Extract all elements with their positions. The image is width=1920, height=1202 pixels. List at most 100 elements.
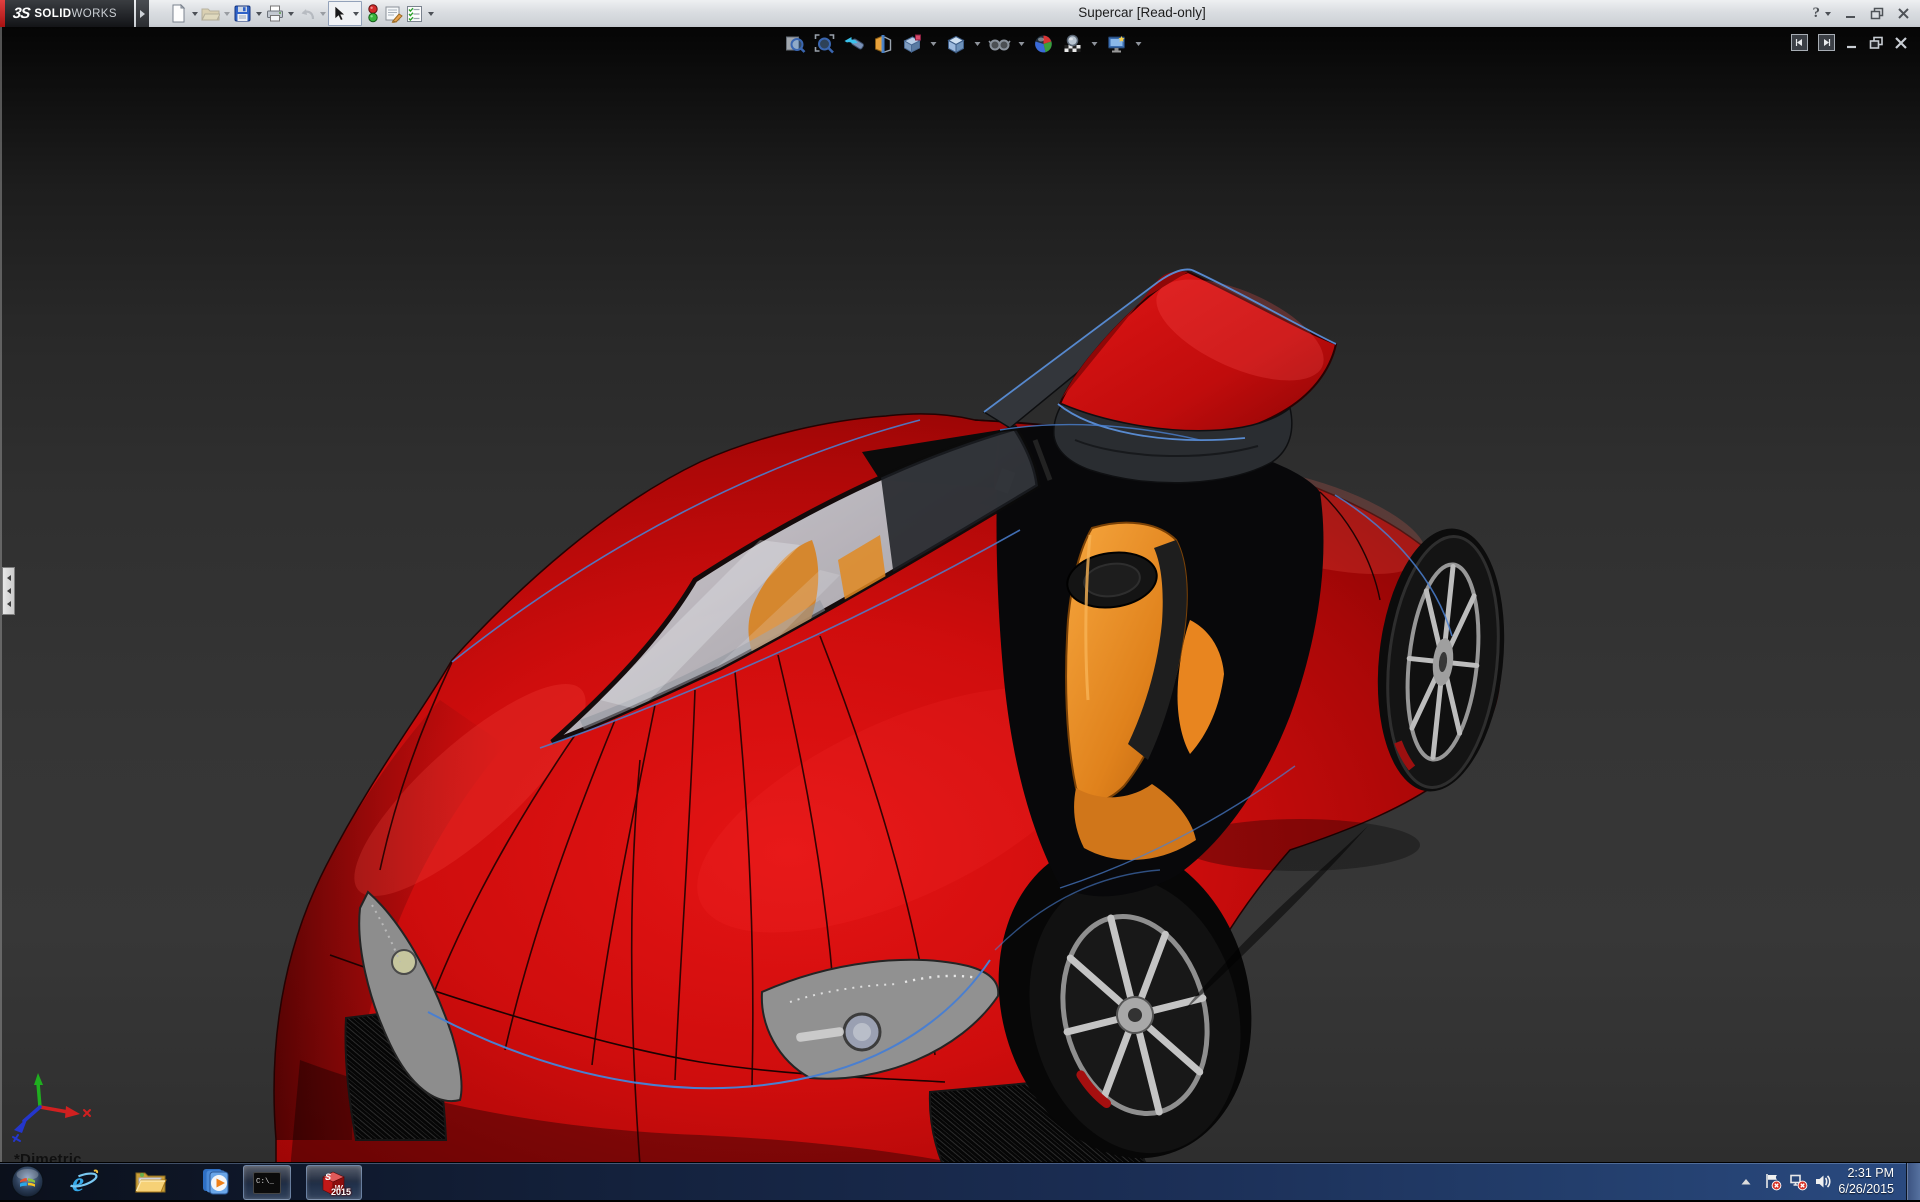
start-button[interactable]	[8, 1165, 46, 1198]
doc-restore-button[interactable]	[1869, 36, 1884, 50]
view-orientation-icon	[900, 33, 922, 55]
wordmark-solid: SOLID	[34, 8, 71, 20]
windows-start-icon	[11, 1165, 44, 1198]
new-document-caret[interactable]	[189, 2, 200, 25]
printer-icon	[266, 5, 284, 22]
hide-show-items-caret[interactable]	[1017, 38, 1026, 49]
traffic-light-icon	[367, 4, 379, 23]
taskbar-internet-explorer[interactable]: e	[62, 1165, 104, 1198]
taskbar-command-prompt[interactable]: C:\_	[243, 1165, 291, 1200]
save-caret[interactable]	[253, 2, 264, 25]
graphics-area[interactable]: *Dimetric	[0, 27, 1920, 1163]
display-style-caret[interactable]	[973, 38, 982, 49]
eyeglasses-icon	[988, 33, 1010, 55]
y-axis-arrow	[34, 1073, 43, 1085]
new-document-button[interactable]	[168, 2, 189, 25]
close-button[interactable]	[1897, 7, 1910, 20]
apply-scene-icon	[1061, 33, 1083, 55]
network-disconnected-icon	[1789, 1172, 1808, 1191]
taskbar-solidworks-2015[interactable]: S W 2015	[306, 1165, 362, 1200]
show-hidden-icons-button[interactable]	[1740, 1163, 1752, 1200]
help-caret	[1825, 12, 1831, 19]
print-caret[interactable]	[285, 2, 296, 25]
open-door	[984, 259, 1338, 483]
section-view-button[interactable]	[871, 32, 894, 55]
solidworks-2015-icon: S W 2015	[319, 1169, 349, 1197]
logo-accent-stripe	[0, 0, 5, 27]
taskbar-media-player[interactable]	[194, 1165, 236, 1198]
zoom-to-area-button[interactable]	[813, 32, 836, 55]
selection-filter-button[interactable]	[362, 2, 383, 25]
view-orientation-caret[interactable]	[929, 38, 938, 49]
titlebar: 3S SOLIDWORKS	[0, 0, 1920, 28]
options-button[interactable]	[404, 2, 425, 25]
undo-button[interactable]	[296, 2, 317, 25]
action-center-button[interactable]	[1763, 1163, 1782, 1200]
undo-arrow-icon	[298, 6, 316, 22]
dassault-3ds-mark: 3S	[12, 5, 31, 22]
svg-text:e: e	[72, 1167, 84, 1197]
network-status-button[interactable]	[1789, 1163, 1808, 1200]
taskbar: e C:\_	[0, 1162, 1920, 1200]
open-folder-icon	[201, 6, 220, 21]
help-icon: ?	[1813, 5, 1821, 22]
menu-expand-arrow[interactable]	[136, 0, 149, 27]
internet-explorer-icon: e	[67, 1167, 99, 1197]
doc-minimize-button[interactable]	[1845, 36, 1859, 50]
z-axis-arrow	[14, 1117, 28, 1133]
minimize-button[interactable]	[1844, 7, 1857, 20]
view-settings-button[interactable]	[1105, 32, 1128, 55]
select-button-group	[328, 1, 362, 26]
show-desktop-button[interactable]	[1906, 1163, 1920, 1200]
doc-close-button[interactable]	[1894, 36, 1908, 50]
chevron-left-icon	[4, 588, 11, 594]
car-geometry	[274, 259, 1516, 1163]
view-orientation-button[interactable]	[900, 32, 923, 55]
window-title: Supercar [Read-only]	[1078, 0, 1206, 27]
options-caret[interactable]	[425, 2, 436, 25]
taskbar-file-explorer[interactable]	[128, 1165, 172, 1198]
zoom-to-area-icon	[813, 33, 835, 55]
edit-appearance-button[interactable]	[383, 2, 404, 25]
solidworks-logo: 3S SOLIDWORKS	[0, 0, 134, 27]
folder-icon	[134, 1168, 167, 1195]
section-view-icon	[871, 33, 893, 55]
print-button[interactable]	[264, 2, 285, 25]
media-player-icon	[200, 1167, 231, 1196]
select-button[interactable]	[329, 2, 350, 25]
window-controls: ?	[1813, 0, 1911, 27]
previous-view-button[interactable]	[842, 32, 865, 55]
arrow-left-icon	[1795, 38, 1804, 47]
zoom-to-fit-button[interactable]	[784, 32, 807, 55]
hide-show-items-button[interactable]	[988, 32, 1011, 55]
select-caret[interactable]	[350, 2, 361, 25]
edit-appearance-hud-button[interactable]	[1032, 32, 1055, 55]
help-button[interactable]: ?	[1813, 5, 1832, 22]
apply-scene-caret[interactable]	[1090, 38, 1099, 49]
command-prompt-icon-text: C:\_	[256, 1178, 274, 1186]
car-model[interactable]	[0, 27, 1920, 1163]
feature-tree-collapsed-tab[interactable]	[2, 567, 15, 615]
zoom-to-fit-icon	[784, 33, 806, 55]
pane-expand-right-button[interactable]	[1818, 34, 1835, 51]
display-style-button[interactable]	[944, 32, 967, 55]
display-style-icon	[944, 33, 966, 55]
pane-collapse-left-button[interactable]	[1791, 34, 1808, 51]
view-settings-caret[interactable]	[1134, 38, 1143, 49]
document-window-controls	[1791, 34, 1908, 51]
view-settings-icon	[1105, 33, 1127, 55]
heads-up-view-toolbar	[784, 32, 1143, 55]
taskbar-clock[interactable]: 2:31 PM 6/26/2015	[1838, 1166, 1894, 1197]
action-center-flag-icon	[1763, 1172, 1782, 1191]
floppy-disk-icon	[234, 5, 251, 22]
apply-scene-button[interactable]	[1061, 32, 1084, 55]
volume-button[interactable]	[1814, 1163, 1832, 1200]
restore-button[interactable]	[1870, 7, 1884, 20]
undo-caret[interactable]	[317, 2, 328, 25]
open-caret[interactable]	[221, 2, 232, 25]
x-axis-arrow	[65, 1106, 80, 1118]
open-button[interactable]	[200, 2, 221, 25]
command-prompt-icon: C:\_	[253, 1172, 281, 1194]
save-button[interactable]	[232, 2, 253, 25]
new-document-icon	[170, 4, 187, 23]
